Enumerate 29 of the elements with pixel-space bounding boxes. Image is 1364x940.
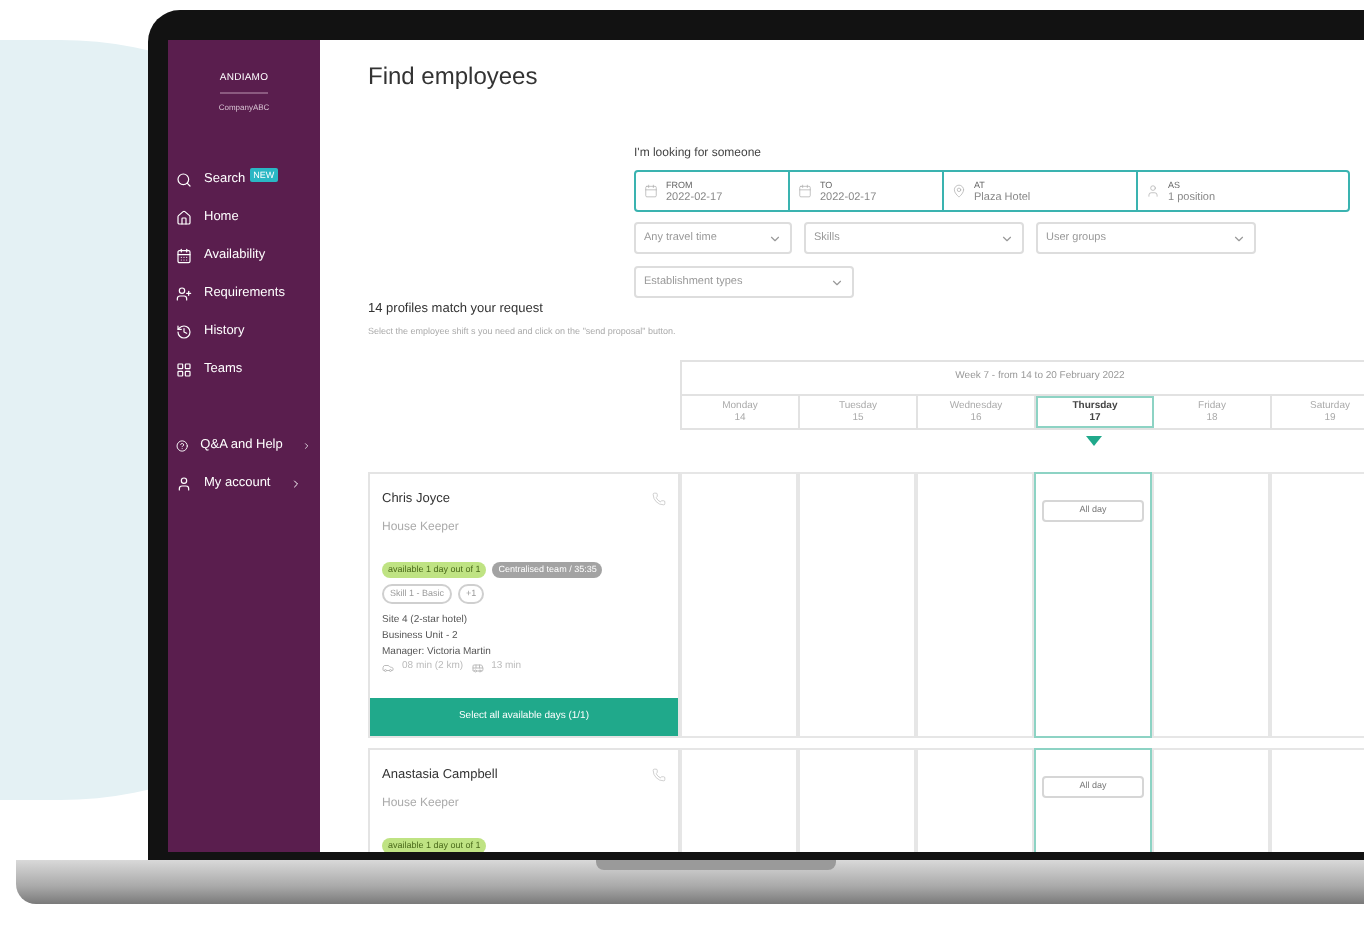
- grid-icon: [176, 362, 192, 378]
- selected-day-marker-icon: [1085, 436, 1101, 446]
- chevron-icon: [1000, 231, 1014, 245]
- shift-cell[interactable]: [1270, 472, 1364, 738]
- shift-cell[interactable]: [680, 472, 798, 738]
- home-icon: [176, 210, 192, 226]
- shift-cell[interactable]: [1152, 472, 1270, 738]
- phone-icon[interactable]: [652, 492, 666, 507]
- user-plus-icon: [176, 286, 192, 302]
- chevron-icon: [768, 231, 782, 245]
- help-icon: [176, 438, 189, 454]
- map-pin-icon: [952, 184, 966, 198]
- chevron-icon: [302, 440, 312, 452]
- calendar-icon: [176, 248, 192, 264]
- page-title: Find employees: [368, 60, 540, 92]
- user-icon: [1146, 184, 1160, 198]
- chevron-icon: [290, 478, 303, 490]
- calendar-icon: [798, 184, 812, 198]
- calendar-icon: [644, 184, 658, 198]
- user-icon: [176, 476, 192, 492]
- phone-icon[interactable]: [652, 768, 666, 783]
- shift-cell[interactable]: [798, 472, 916, 738]
- bus-icon: [471, 661, 484, 673]
- chevron-icon: [830, 275, 844, 289]
- shift-cell[interactable]: [916, 472, 1034, 738]
- chevron-icon: [1232, 231, 1246, 245]
- history-icon: [176, 324, 192, 340]
- car-icon: [382, 661, 394, 673]
- search-icon: [176, 172, 192, 188]
